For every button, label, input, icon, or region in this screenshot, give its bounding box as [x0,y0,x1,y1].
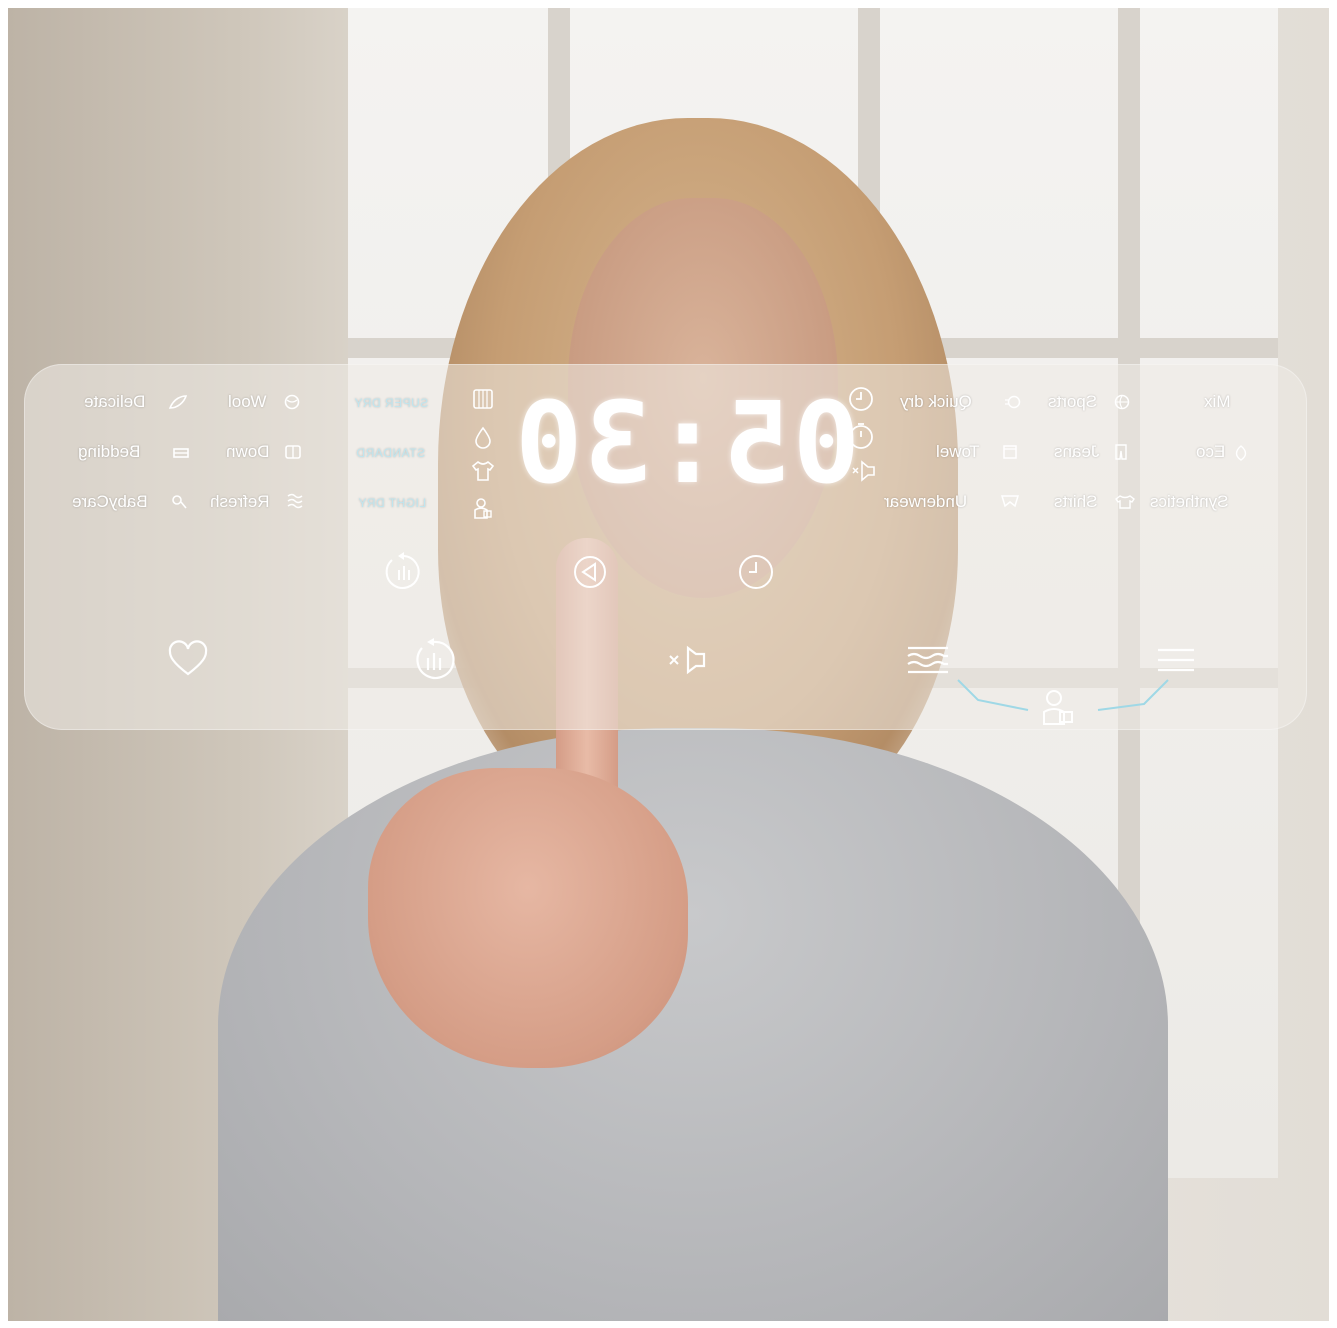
drum-icon [473,389,493,409]
time-display: 05:30 [513,379,861,509]
refresh-waves-icon [287,493,303,509]
dry-level-light[interactable]: LIGHT DRY [358,496,426,510]
program-jeans[interactable]: Jeans [1054,442,1099,462]
dry-level-icon[interactable] [378,546,430,598]
quick-dry-icon [1005,395,1021,409]
person-body [218,728,1168,1321]
dry-level-super[interactable]: SUPER DRY [354,396,428,410]
shirt-icon [471,460,495,481]
photo-frame: Delicate Bedding BabyCare Wool Down Refr… [8,8,1329,1321]
eco-leaf-icon [1235,445,1247,461]
program-mix[interactable]: Mix [1204,392,1230,412]
program-synthetics[interactable]: Synthetics [1150,492,1228,512]
program-bedding[interactable]: Bedding [78,442,140,462]
child-lock-icon [474,498,492,519]
baby-icon [172,495,187,509]
person-hand [368,768,688,1068]
program-babycare[interactable]: BabyCare [72,492,148,512]
feather-icon [168,395,188,409]
program-towel[interactable]: Towel [936,442,979,462]
yarn-ball-icon [284,394,300,410]
program-shirts[interactable]: Shirts [1054,492,1097,512]
towel-icon [1003,445,1017,459]
program-refresh[interactable]: Refresh [210,492,270,512]
mute-icon[interactable] [660,634,712,686]
program-sports[interactable]: Sports [1048,392,1097,412]
jeans-icon [1115,444,1127,460]
program-down[interactable]: Down [226,442,269,462]
clock-icon [849,387,873,411]
water-drop-icon [475,426,491,449]
mute-icon [852,460,875,482]
delay-clock-icon[interactable] [730,546,782,598]
program-underwear[interactable]: Underwear [884,492,967,512]
start-pause-icon[interactable] [564,546,616,598]
dry-level-icon[interactable] [408,634,460,686]
program-quick-dry[interactable]: Quick dry [900,392,972,412]
program-wool[interactable]: Wool [228,392,266,412]
dry-level-standard[interactable]: STANDARD [356,446,425,460]
bed-icon [173,448,189,458]
timer-icon [849,423,873,449]
ball-icon [1114,394,1130,410]
steam-icon[interactable] [902,634,954,686]
favorite-heart-icon[interactable] [162,634,214,686]
program-delicate[interactable]: Delicate [84,392,145,412]
underwear-icon [1000,495,1020,508]
program-eco[interactable]: Eco [1196,442,1225,462]
down-jacket-icon [285,445,301,459]
shirt-icon [1115,495,1135,509]
child-lock-icon[interactable] [1032,682,1084,734]
